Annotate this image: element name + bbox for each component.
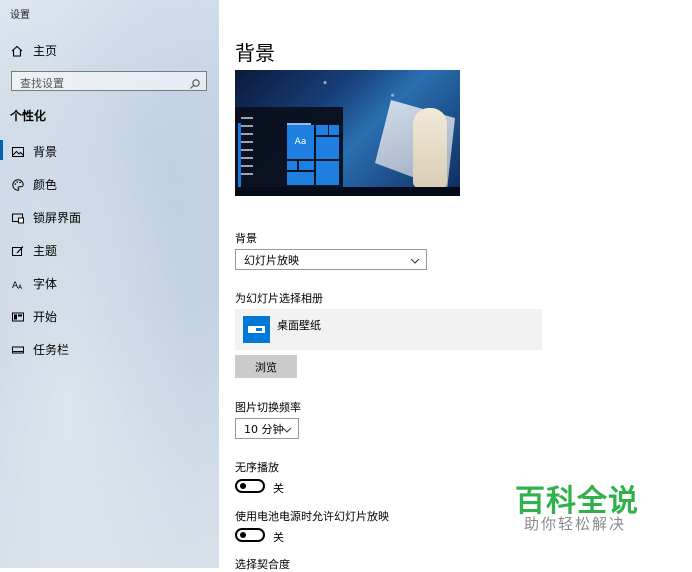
- preview-tile: [287, 161, 297, 170]
- sidebar-item-taskbar[interactable]: 任务栏: [0, 333, 219, 366]
- toggle-knob: [240, 483, 246, 489]
- preview-figure: [413, 108, 447, 188]
- fit-label: 选择契合度: [235, 558, 290, 571]
- sidebar-item-fonts[interactable]: AA 字体: [0, 267, 219, 300]
- preview-tile: [287, 172, 314, 185]
- search-input[interactable]: 查找设置: [11, 71, 207, 91]
- chevron-down-icon: [410, 255, 420, 264]
- battery-label: 使用电池电源时允许幻灯片放映: [235, 510, 389, 523]
- album-name: 桌面壁纸: [277, 319, 321, 332]
- theme-brush-icon: [12, 245, 24, 257]
- sidebar-nav: 背景 颜色 锁屏界面 主题 AA 字体 开始 任务栏: [0, 135, 219, 366]
- battery-state: 关: [273, 531, 284, 544]
- picture-icon: [12, 146, 24, 158]
- font-icon: AA: [12, 278, 24, 291]
- taskbar-icon: [12, 344, 24, 356]
- toggle-knob: [240, 532, 246, 538]
- browse-button[interactable]: 浏览: [235, 355, 297, 378]
- sidebar-item-background[interactable]: 背景: [0, 135, 219, 168]
- palette-icon: [12, 178, 24, 191]
- sidebar-item-label: 主题: [33, 244, 58, 258]
- window-title: 设置: [10, 10, 30, 21]
- preview-tile-aa: Aa: [287, 125, 314, 159]
- search-icon: [189, 75, 201, 89]
- background-label: 背景: [235, 232, 257, 245]
- album-label: 为幻灯片选择相册: [235, 292, 323, 305]
- preview-tile: [316, 125, 328, 135]
- sidebar: 设置 主页 查找设置 个性化 背景 颜色 锁屏界面 主题 A A 字体 开始 任…: [0, 0, 219, 568]
- interval-label: 图片切换频率: [235, 401, 301, 414]
- section-title: 个性化: [10, 109, 47, 123]
- preview-tile: [316, 137, 339, 159]
- sidebar-item-label: 任务栏: [33, 343, 70, 357]
- watermark-subtitle: 助你轻松解决: [524, 515, 627, 533]
- start-menu-icon: [12, 311, 24, 323]
- sidebar-item-label: 锁屏界面: [33, 211, 82, 225]
- sidebar-home-label: 主页: [33, 44, 58, 58]
- battery-slideshow-toggle[interactable]: [235, 528, 265, 542]
- svg-text:A: A: [18, 284, 23, 290]
- sidebar-home[interactable]: 主页: [10, 42, 57, 59]
- sidebar-item-label: 开始: [33, 310, 58, 324]
- shuffle-label: 无序播放: [235, 461, 279, 474]
- shuffle-state: 关: [273, 482, 284, 495]
- sidebar-item-colors[interactable]: 颜色: [0, 168, 219, 201]
- search-placeholder: 查找设置: [20, 77, 64, 90]
- preview-tile: [299, 161, 314, 170]
- background-dropdown[interactable]: 幻灯片放映: [235, 249, 427, 270]
- sidebar-item-label: 背景: [33, 145, 58, 159]
- sidebar-item-lock-screen[interactable]: 锁屏界面: [0, 201, 219, 234]
- lock-screen-icon: [12, 212, 24, 224]
- interval-dropdown[interactable]: 10 分钟: [235, 418, 299, 439]
- preview-tile: [316, 161, 339, 185]
- background-preview: Aa: [235, 70, 460, 196]
- preview-tile: [329, 125, 339, 135]
- background-dropdown-value: 幻灯片放映: [244, 253, 299, 267]
- sidebar-item-start[interactable]: 开始: [0, 300, 219, 333]
- sidebar-item-themes[interactable]: 主题: [0, 234, 219, 267]
- sidebar-item-label: 颜色: [33, 178, 58, 192]
- page-title: 背景: [235, 41, 275, 65]
- album-thumbnail-icon: [243, 316, 270, 343]
- shuffle-toggle[interactable]: [235, 479, 265, 493]
- interval-dropdown-value: 10 分钟: [244, 422, 284, 436]
- preview-menu-lines: [241, 117, 259, 187]
- album-card[interactable]: 桌面壁纸: [235, 309, 542, 350]
- home-icon: [10, 44, 24, 58]
- sidebar-item-label: 字体: [33, 277, 58, 291]
- chevron-down-icon: [282, 424, 292, 433]
